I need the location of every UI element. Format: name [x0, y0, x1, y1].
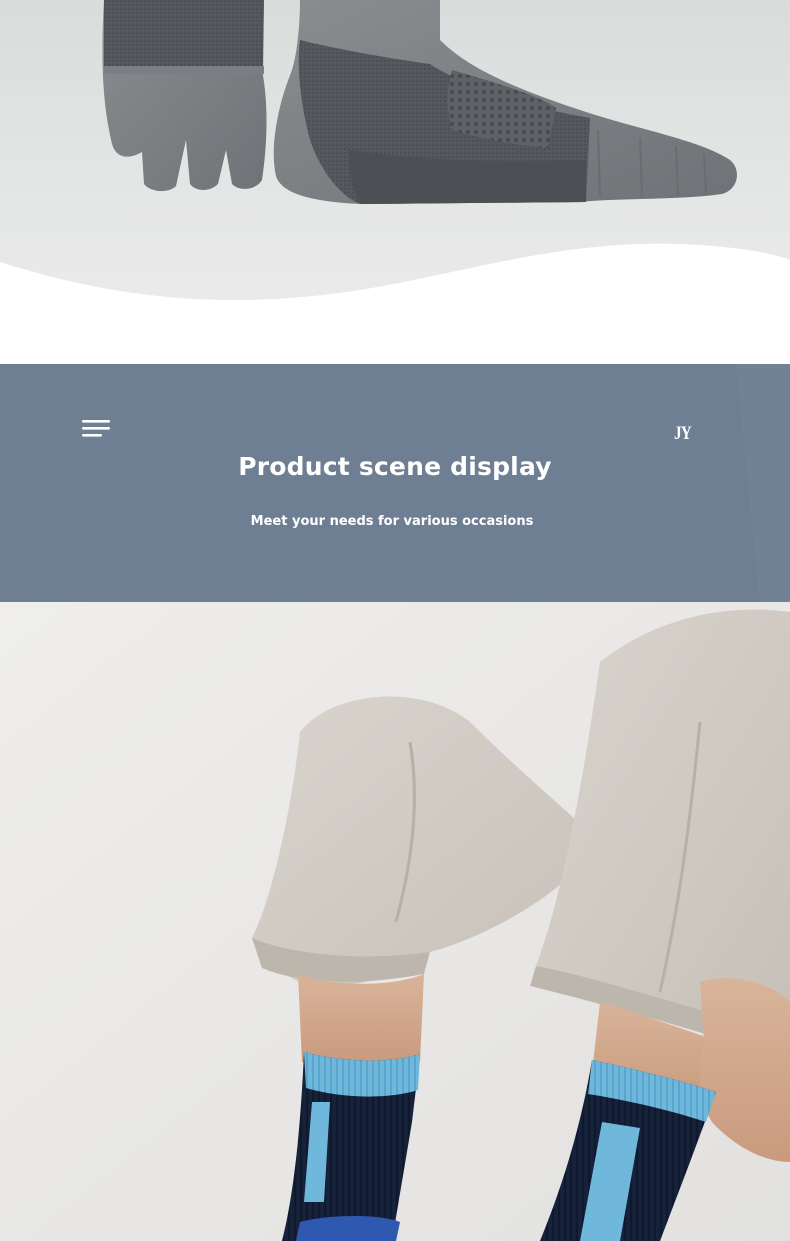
menu-lines-icon [82, 420, 110, 437]
banner-background [0, 364, 790, 602]
brand-logo: JY [674, 423, 692, 444]
banner-subtitle: Meet your needs for various occasions [250, 514, 534, 529]
product-detail-page: JY Product scene display Meet your needs… [0, 0, 790, 1241]
person-wearing-socks-photo [0, 602, 790, 1241]
toe-socks-illustration [0, 0, 790, 364]
person-wearing-socks-illustration [0, 602, 790, 1241]
toe-socks-photo [0, 0, 790, 364]
banner-title: Product scene display [238, 452, 552, 481]
scene-display-banner: JY Product scene display Meet your needs… [0, 364, 790, 602]
